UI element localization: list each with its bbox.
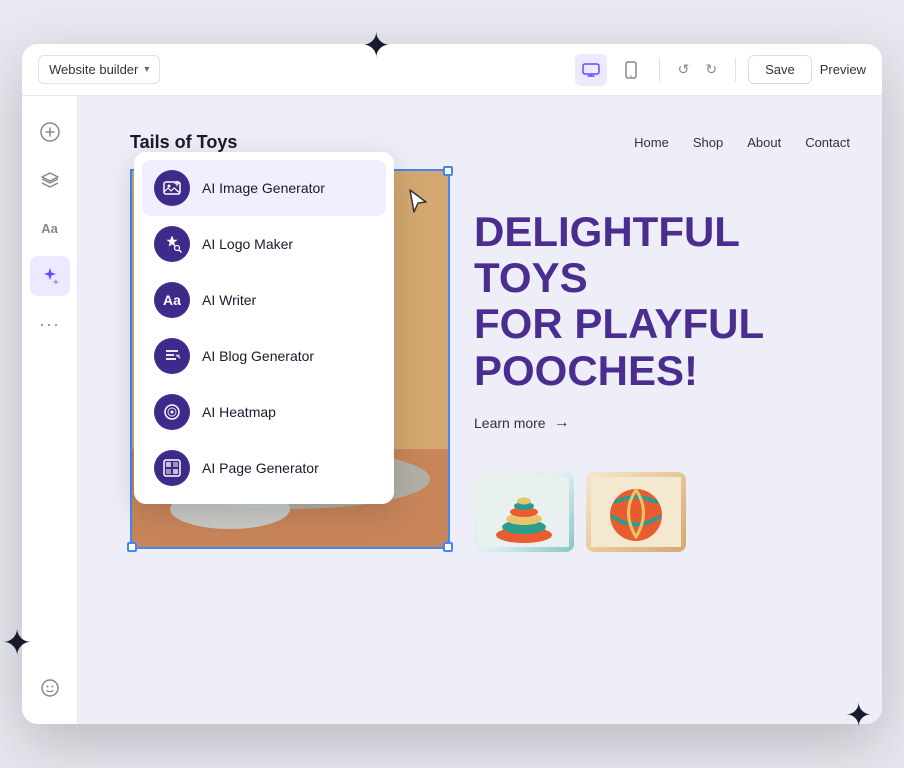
menu-item-ai-image[interactable]: AI Image Generator [142,160,386,216]
undo-redo-group: ↺ ↻ [672,57,723,82]
ai-heatmap-icon [154,394,190,430]
sidebar-text[interactable]: Aa [30,208,70,248]
sidebar-ai[interactable] [30,256,70,296]
mobile-icon[interactable] [615,54,647,86]
sidebar-emoji[interactable] [30,668,70,708]
browser-window: Website builder ▾ [22,44,882,724]
menu-item-ai-blog[interactable]: AI Blog Generator [142,328,386,384]
top-bar: Website builder ▾ [22,44,882,96]
learn-more-label: Learn more [474,415,546,431]
undo-button[interactable]: ↺ [672,57,696,82]
sidebar-more[interactable]: ··· [30,304,70,344]
arrow-right-icon: → [554,414,570,432]
learn-more-button[interactable]: Learn more → [474,414,570,432]
toy-ball-2 [591,477,681,547]
chevron-down-icon: ▾ [144,64,149,75]
ai-image-icon [154,170,190,206]
ai-dropdown-menu: AI Image Generator AI Logo Maker [134,152,394,504]
ai-logo-label: AI Logo Maker [202,236,293,252]
sidebar-add[interactable] [30,112,70,152]
site-nav-links: Home Shop About Contact [634,135,850,150]
redo-button[interactable]: ↻ [699,57,723,82]
preview-button[interactable]: Preview [820,62,866,77]
ai-page-icon [154,450,190,486]
hero-heading: DELIGHTFUL TOYS FOR PLAYFUL POOCHES! [474,209,850,394]
ai-blog-label: AI Blog Generator [202,348,314,364]
nav-shop[interactable]: Shop [693,135,723,150]
toy-rope-1 [479,477,569,547]
nav-home[interactable]: Home [634,135,669,150]
divider [659,58,660,82]
hero-text: DELIGHTFUL TOYS FOR PLAYFUL POOCHES! Lea… [474,169,850,552]
menu-item-ai-writer[interactable]: Aa AI Writer [142,272,386,328]
main-area: Aa ··· [22,96,882,724]
ai-page-label: AI Page Generator [202,460,319,476]
website-builder-label: Website builder [49,62,138,77]
ai-image-label: AI Image Generator [202,180,325,196]
desktop-icon[interactable] [575,54,607,86]
ai-heatmap-label: AI Heatmap [202,404,276,420]
site-logo: Tails of Toys [130,132,634,153]
nav-about[interactable]: About [747,135,781,150]
product-image-1 [474,472,574,552]
ai-writer-label: AI Writer [202,292,256,308]
device-icons: ↺ ↻ Save Preview [575,54,866,86]
sidebar-layers[interactable] [30,160,70,200]
menu-item-ai-heatmap[interactable]: AI Heatmap [142,384,386,440]
ai-writer-icon: Aa [154,282,190,318]
nav-contact[interactable]: Contact [805,135,850,150]
website-builder-button[interactable]: Website builder ▾ [38,55,160,84]
canvas-area: Tails of Toys Home Shop About Contact [78,96,882,724]
app-container: ✦ ✦ ✦ Website builder ▾ [22,44,882,724]
divider2 [735,58,736,82]
ai-blog-icon [154,338,190,374]
product-image-2 [586,472,686,552]
ai-logo-icon [154,226,190,262]
menu-item-ai-page[interactable]: AI Page Generator [142,440,386,496]
sidebar: Aa ··· [22,96,78,724]
product-images [474,456,850,552]
save-button[interactable]: Save [748,55,812,84]
menu-item-ai-logo[interactable]: AI Logo Maker [142,216,386,272]
